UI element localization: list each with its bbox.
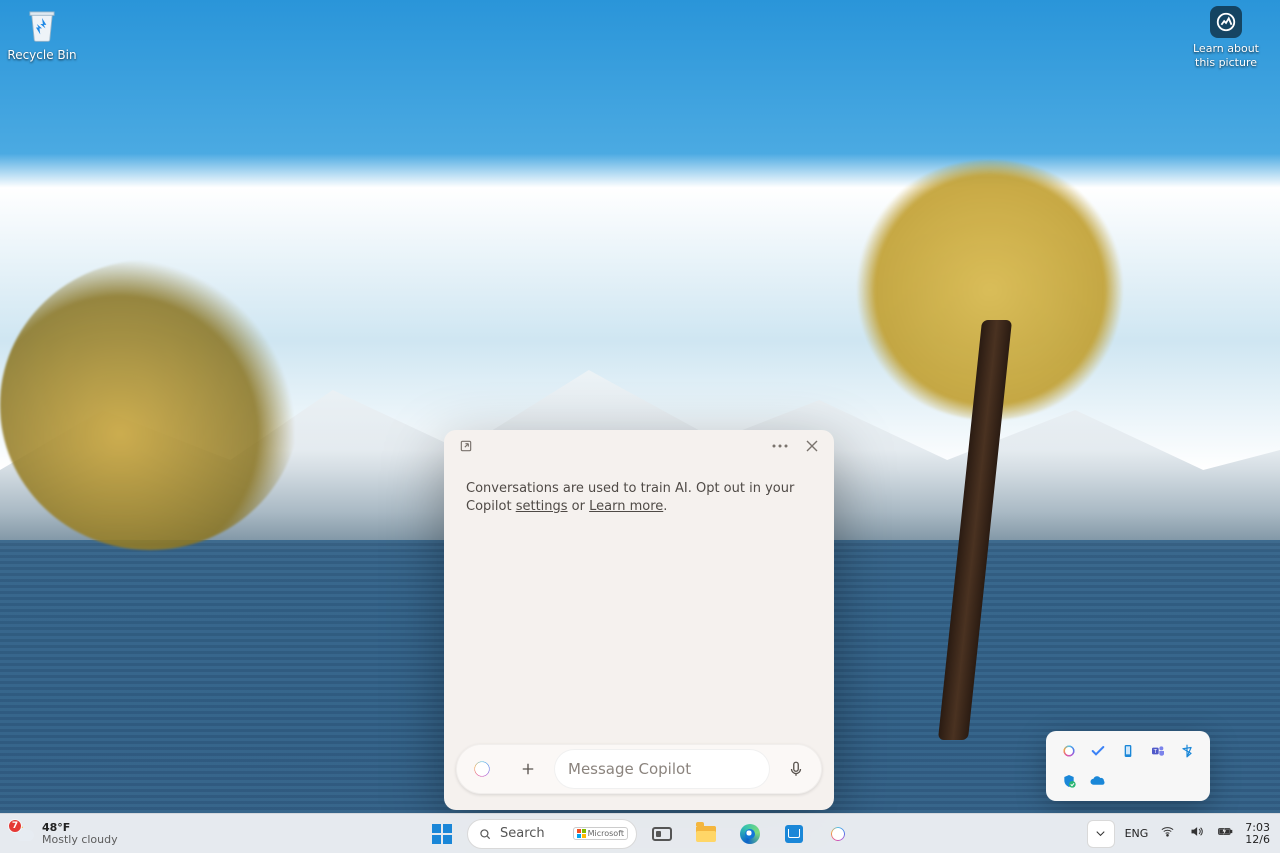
- copilot-icon: [828, 824, 848, 844]
- task-view-icon: [652, 827, 672, 841]
- recycle-bin-icon: [22, 4, 62, 44]
- search-icon: [478, 827, 492, 841]
- close-button[interactable]: [798, 432, 826, 460]
- search-ms-badge: Microsoft: [573, 827, 628, 840]
- search-placeholder: Search: [500, 826, 545, 841]
- store-icon: [785, 825, 803, 843]
- weather-icon: 7: [12, 823, 34, 845]
- edge-button[interactable]: [731, 815, 769, 853]
- copilot-notice: Conversations are used to train AI. Opt …: [444, 462, 834, 516]
- spotlight-info[interactable]: Learn about this picture: [1186, 6, 1266, 70]
- tray-security-icon[interactable]: [1059, 771, 1079, 791]
- weather-widget[interactable]: 7 48°F Mostly cloudy: [12, 822, 118, 846]
- volume-icon[interactable]: [1187, 822, 1206, 845]
- date-text: 12/6: [1245, 834, 1270, 846]
- start-button[interactable]: [423, 815, 461, 853]
- tray-copilot-icon[interactable]: [1059, 741, 1079, 761]
- copilot-icon: [471, 758, 493, 780]
- tray-phonelink-icon[interactable]: [1118, 741, 1138, 761]
- tray-todo-icon[interactable]: [1088, 741, 1108, 761]
- landscape-icon: [1210, 6, 1242, 38]
- spotlight-label: Learn about this picture: [1186, 42, 1266, 70]
- folder-icon: [696, 826, 716, 842]
- clock[interactable]: 7:03 12/6: [1245, 822, 1270, 846]
- learn-more-link[interactable]: Learn more: [589, 499, 663, 514]
- recycle-bin[interactable]: Recycle Bin: [6, 4, 78, 62]
- copilot-taskbar-button[interactable]: [819, 815, 857, 853]
- wifi-icon[interactable]: [1158, 822, 1177, 845]
- mic-button[interactable]: [776, 749, 816, 789]
- time-text: 7:03: [1245, 822, 1270, 834]
- tray-teams-icon[interactable]: T: [1148, 741, 1168, 761]
- message-input-wrap[interactable]: [554, 749, 770, 789]
- file-explorer-button[interactable]: [687, 815, 725, 853]
- tray-chevron[interactable]: [1087, 820, 1115, 848]
- add-button[interactable]: [508, 749, 548, 789]
- task-view-button[interactable]: [643, 815, 681, 853]
- edge-icon: [740, 824, 760, 844]
- copilot-input-bar: [456, 744, 822, 794]
- tray-overflow: T: [1046, 731, 1210, 801]
- taskbar: 7 48°F Mostly cloudy Search Microsoft: [0, 813, 1280, 853]
- weather-badge: 7: [8, 819, 22, 833]
- svg-text:T: T: [1152, 749, 1157, 755]
- battery-icon[interactable]: [1216, 822, 1235, 845]
- copilot-logo-button[interactable]: [462, 749, 502, 789]
- more-button[interactable]: [766, 432, 794, 460]
- taskbar-search[interactable]: Search Microsoft: [467, 819, 637, 849]
- language-indicator[interactable]: ENG: [1125, 827, 1149, 840]
- weather-temp: 48°F: [42, 822, 118, 834]
- tray-onedrive-icon[interactable]: [1088, 771, 1108, 791]
- windows-icon: [432, 824, 452, 844]
- popout-button[interactable]: [452, 432, 480, 460]
- weather-condition: Mostly cloudy: [42, 834, 118, 846]
- settings-link[interactable]: settings: [516, 499, 568, 514]
- message-input[interactable]: [568, 760, 756, 778]
- copilot-panel: Conversations are used to train AI. Opt …: [444, 430, 834, 810]
- tray-bluetooth-icon[interactable]: [1177, 741, 1197, 761]
- ms-store-button[interactable]: [775, 815, 813, 853]
- recycle-bin-label: Recycle Bin: [6, 48, 78, 62]
